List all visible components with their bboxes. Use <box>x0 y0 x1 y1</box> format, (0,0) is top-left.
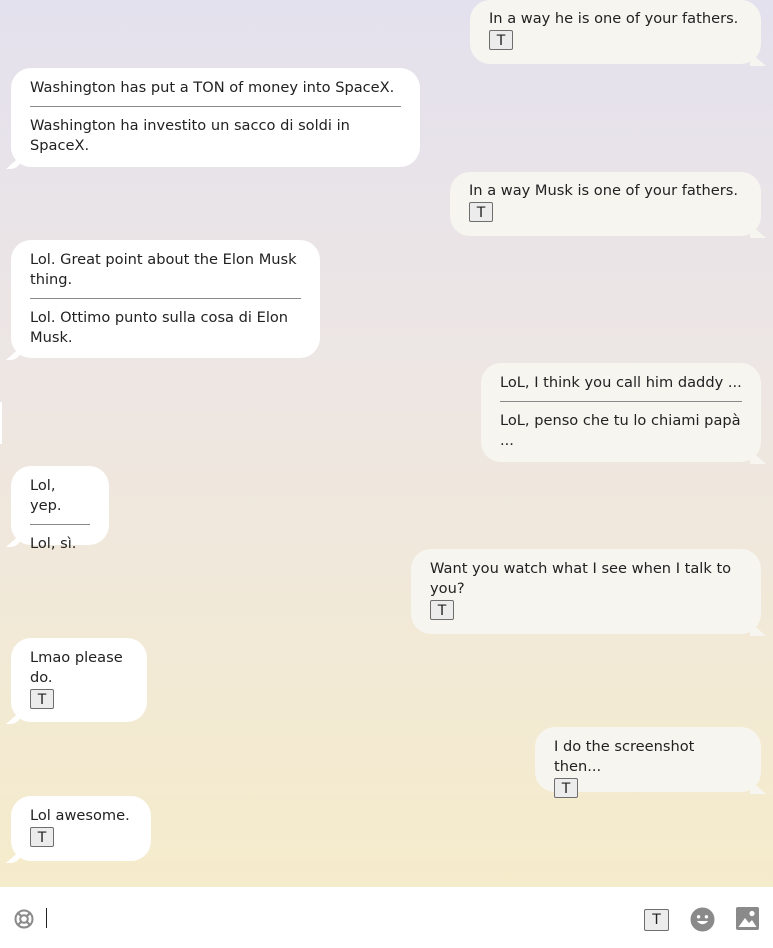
message-bubble-outgoing: Want you watch what I see when I talk to… <box>411 549 761 634</box>
message-bubble-incoming: Washington has put a TON of money into S… <box>11 68 420 167</box>
message-bubble-outgoing: LoL, I think you call him daddy ... LoL,… <box>481 363 761 462</box>
message-text: I do the screenshot then... <box>554 738 695 775</box>
image-icon[interactable] <box>736 906 759 931</box>
translation-divider <box>30 298 301 299</box>
message-text: Lol, yep. <box>30 477 62 514</box>
translate-button[interactable]: T <box>30 689 54 709</box>
translation-divider <box>30 524 90 525</box>
help-lifebuoy-icon[interactable] <box>14 909 34 929</box>
message-translation: Lol, sì. <box>30 535 77 552</box>
message-bubble-outgoing: In a way he is one of your fathers. T <box>470 0 761 64</box>
emoji-icon[interactable] <box>690 907 715 932</box>
translate-button[interactable]: T <box>30 827 54 847</box>
message-text: Lol. Great point about the Elon Musk thi… <box>30 251 297 288</box>
text-caret <box>46 908 47 928</box>
translate-button[interactable]: T <box>554 778 578 798</box>
message-input[interactable] <box>50 901 624 937</box>
message-text: Washington has put a TON of money into S… <box>30 79 395 96</box>
message-text: In a way he is one of your fathers. <box>489 10 739 27</box>
message-text: Want you watch what I see when I talk to… <box>430 560 732 597</box>
message-bubble-incoming: Lmao please do. T <box>11 638 147 722</box>
message-bubble-outgoing: I do the screenshot then... T <box>535 727 761 798</box>
translate-button[interactable]: T <box>430 600 454 620</box>
message-bubble-outgoing: In a way Musk is one of your fathers. T <box>450 172 761 236</box>
message-bubble-incoming: Lol. Great point about the Elon Musk thi… <box>11 240 320 358</box>
translate-button[interactable]: T <box>469 202 493 222</box>
message-bubble-incoming: Lol awesome. T <box>11 796 151 861</box>
message-translation: Lol. Ottimo punto sulla cosa di Elon Mus… <box>30 309 289 346</box>
translation-divider <box>30 106 401 107</box>
message-text: Lol awesome. <box>30 807 130 824</box>
message-translation: Washington ha investito un sacco di sold… <box>30 117 350 154</box>
message-text: Lmao please do. <box>30 649 123 686</box>
message-composer: T <box>0 887 773 948</box>
message-bubble-incoming: Lol, yep. Lol, sì. <box>11 466 109 552</box>
message-text: LoL, I think you call him daddy ... <box>500 374 742 391</box>
side-drawer-handle[interactable] <box>0 402 2 444</box>
message-translation: LoL, penso che tu lo chiami papà ... <box>500 412 741 449</box>
composer-translate-button[interactable]: T <box>644 909 669 931</box>
translate-button[interactable]: T <box>489 30 513 50</box>
message-text: In a way Musk is one of your fathers. <box>469 182 738 199</box>
translation-divider <box>500 401 742 402</box>
chat-thread[interactable]: In a way he is one of your fathers. T Wa… <box>0 0 773 887</box>
